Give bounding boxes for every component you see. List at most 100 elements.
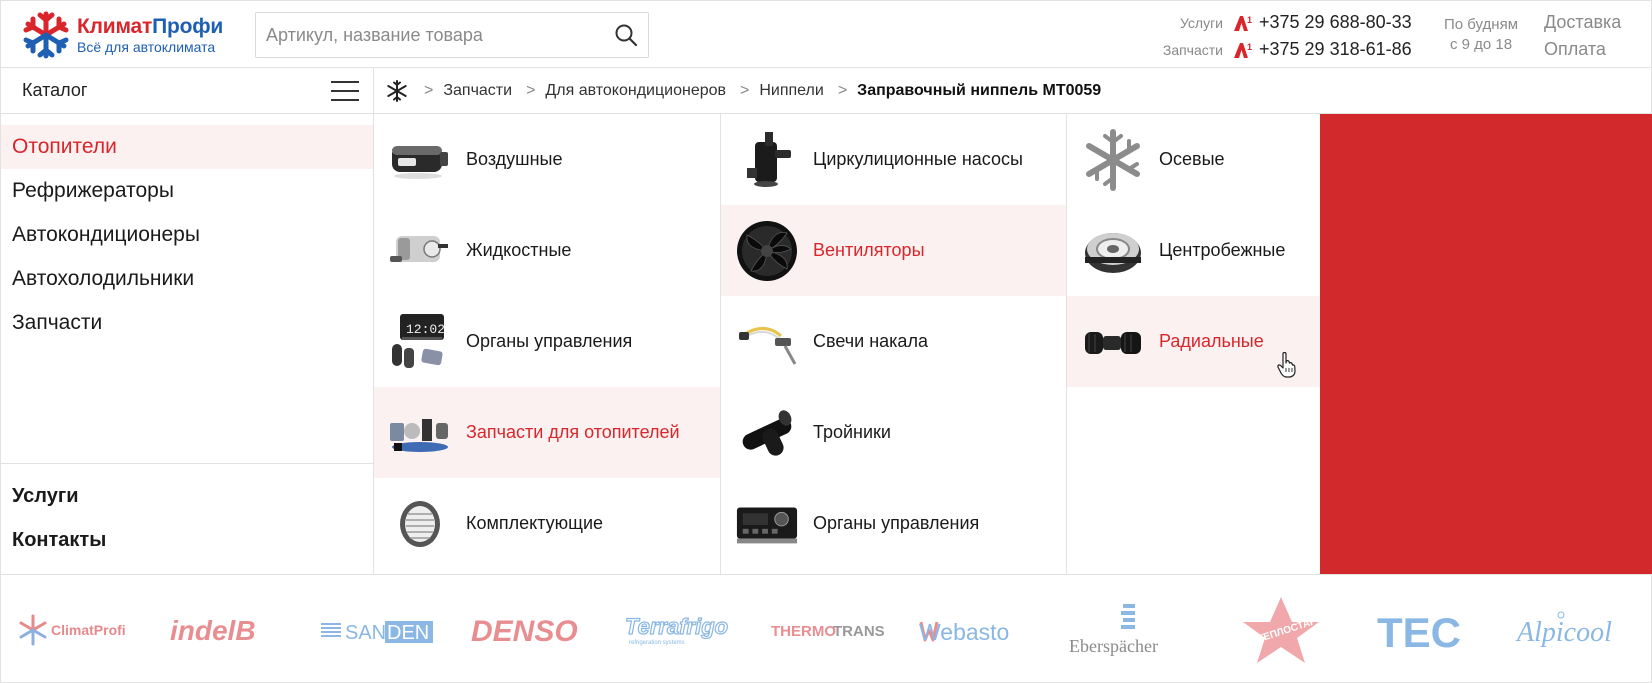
brand-denso-text: DENSO — [471, 615, 578, 648]
search-icon[interactable] — [604, 13, 648, 57]
controls-thumbnail: 12:02 — [388, 310, 452, 374]
centrifugal-fan-thumbnail — [1081, 219, 1145, 283]
promo-banner[interactable] — [1320, 114, 1652, 574]
submenu-item-label: Органы управления — [466, 331, 633, 351]
brand-sanden-text-1: SAN — [345, 622, 386, 644]
submenu-item-centrifugal[interactable]: Центробежные — [1067, 205, 1320, 296]
brand-logo-thermotrans[interactable]: THERMO TRANS — [769, 575, 889, 683]
submenu-column-2: Циркулиционные насосы Вентиляторы Свечи … — [721, 114, 1067, 574]
breadcrumb-link[interactable]: Ниппели — [759, 82, 823, 100]
axial-fan-thumbnail — [1081, 128, 1145, 192]
hamburger-menu-icon[interactable] — [331, 80, 359, 101]
brand-logo-denso[interactable]: DENSO — [469, 575, 589, 683]
delivery-link[interactable]: Доставка — [1544, 9, 1621, 36]
logo-tagline: Всё для автоклимата — [77, 38, 216, 55]
submenu-item-components[interactable]: Комплектующие — [374, 478, 720, 569]
submenu-item-fans[interactable]: Вентиляторы — [721, 205, 1066, 296]
logo-snowflake-icon — [23, 11, 69, 59]
breadcrumb-separator: > — [424, 81, 434, 99]
home-snowflake-icon[interactable] — [384, 78, 410, 104]
brand-indelb-text: indelB — [170, 615, 256, 646]
brand-terrafrigo-text: Terrafrigo — [625, 614, 728, 639]
sidebar-item-services[interactable]: Услуги — [1, 474, 373, 518]
brand-logo-tec[interactable]: TEC — [1375, 575, 1475, 683]
brand-terrafrigo-subtitle: refrigeration systems — [629, 640, 685, 646]
breadcrumb-current: Заправочный ниппель МТ0059 — [857, 81, 1102, 99]
pump-thumbnail — [735, 128, 799, 192]
submenu-item-label: Жидкостные — [466, 240, 572, 260]
air-heater-thumbnail — [388, 128, 452, 192]
brand-climatprofi-text: ClimatProfi — [51, 622, 126, 638]
submenu-item-controls-2[interactable]: Органы управления — [721, 478, 1066, 569]
submenu-item-label: Воздушные — [466, 149, 563, 169]
search-input[interactable] — [256, 13, 604, 57]
brand-sanden-text-2: DEN — [387, 622, 429, 644]
brand-logo-webasto[interactable]: Webasto — [917, 575, 1037, 683]
sidebar-item-car-ac[interactable]: Автокондиционеры — [1, 213, 373, 257]
heater-parts-thumbnail — [388, 401, 452, 465]
hours-line2: с 9 до 18 — [1449, 36, 1513, 53]
submenu-item-glow-plugs[interactable]: Свечи накала — [721, 296, 1066, 387]
brand-logo-climatprofi[interactable]: ClimatProfi — [17, 575, 137, 683]
submenu-item-tees[interactable]: Тройники — [721, 387, 1066, 478]
header: КлиматПрофи Всё для автоклимата Услуги 1… — [0, 0, 1652, 68]
submenu-item-label: Свечи накала — [813, 331, 928, 351]
brand-logo-eberspacher[interactable]: Eberspächer — [1065, 575, 1191, 683]
submenu-column-3: Осевые Центробежные Радиальные — [1067, 114, 1320, 574]
liquid-heater-thumbnail — [388, 219, 452, 283]
svg-text:1: 1 — [1247, 42, 1252, 52]
brand-logo-teplostar[interactable]: ТЕПЛОСТАР — [1231, 575, 1331, 683]
sidebar-item-contacts[interactable]: Контакты — [1, 518, 373, 562]
breadcrumb-link[interactable]: Для автокондиционеров — [545, 82, 726, 100]
tee-thumbnail — [735, 401, 799, 465]
submenu-item-controls[interactable]: 12:02 Органы управления — [374, 296, 720, 387]
logo-name-part2: Профи — [152, 14, 224, 38]
hand-cursor-icon — [1277, 352, 1296, 378]
logo-name-part1: Климат — [77, 14, 153, 38]
submenu-item-label: Циркулиционные насосы — [813, 149, 1023, 169]
glow-plug-thumbnail — [735, 310, 799, 374]
submenu-item-label: Запчасти для отопителей — [466, 422, 680, 442]
breadcrumb-separator: > — [526, 81, 536, 99]
brand-eberspacher-text: Eberspächer — [1069, 636, 1158, 656]
submenu-item-heater-parts[interactable]: Запчасти для отопителей — [374, 387, 720, 478]
phone-number[interactable]: +375 29 318-61-86 — [1259, 39, 1412, 60]
brand-logo-terrafrigo[interactable]: Terrafrigo refrigeration systems — [621, 575, 741, 683]
breadcrumb-link[interactable]: Запчасти — [443, 82, 512, 100]
a1-operator-icon: 1 — [1234, 42, 1252, 58]
brand-logo-sanden[interactable]: SAN DEN — [319, 575, 437, 683]
working-hours: По будням с 9 до 18 — [1431, 15, 1531, 55]
submenu-item-label: Вентиляторы — [813, 240, 925, 260]
brand-tec-text: TEC — [1377, 609, 1461, 653]
brand-alpicool-text: Alpicool — [1515, 617, 1612, 648]
submenu-item-air-heaters[interactable]: Воздушные — [374, 114, 720, 205]
brand-logo-alpicool[interactable]: Alpicool — [1515, 575, 1639, 683]
svg-text:12:02: 12:02 — [406, 322, 445, 337]
logo[interactable]: КлиматПрофи Всё для автоклимата — [21, 10, 223, 60]
components-thumbnail — [388, 492, 452, 556]
submenu-item-label: Осевые — [1159, 149, 1225, 169]
catalog-sidebar: Отопители Рефрижераторы Автокондиционеры… — [0, 114, 374, 574]
search-box — [255, 12, 649, 58]
submenu-item-label: Комплектующие — [466, 513, 604, 533]
submenu-item-label: Органы управления — [813, 513, 980, 533]
submenu-item-axial[interactable]: Осевые — [1067, 114, 1320, 205]
sidebar-item-parts[interactable]: Запчасти — [1, 301, 373, 345]
brand-logo-indelb[interactable]: indelB — [166, 575, 286, 683]
catalog-toggle[interactable]: Каталог — [0, 68, 374, 114]
hours-line1: По будням — [1443, 16, 1519, 33]
brand-thermotrans-text-2: TRANS — [833, 623, 885, 640]
phone-label: Запчасти — [1162, 41, 1223, 58]
sidebar-item-refrigerators[interactable]: Рефрижераторы — [1, 169, 373, 213]
submenu-column-1: Воздушные Жидкостные 12:02 Органы управл… — [374, 114, 721, 574]
breadcrumb-separator: > — [740, 81, 750, 99]
submenu-item-liquid-heaters[interactable]: Жидкостные — [374, 205, 720, 296]
submenu-item-circulation-pumps[interactable]: Циркулиционные насосы — [721, 114, 1066, 205]
sidebar-item-car-fridges[interactable]: Автохолодильники — [1, 257, 373, 301]
payment-link[interactable]: Оплата — [1544, 36, 1621, 63]
sidebar-item-heaters[interactable]: Отопители — [1, 125, 373, 169]
phone-number[interactable]: +375 29 688-80-33 — [1259, 12, 1412, 33]
submenu-item-label: Радиальные — [1159, 331, 1264, 351]
phone-contacts: Услуги 1 +375 29 688-80-33 Запчасти 1 +3… — [1151, 9, 1431, 63]
a1-operator-icon: 1 — [1234, 15, 1252, 31]
